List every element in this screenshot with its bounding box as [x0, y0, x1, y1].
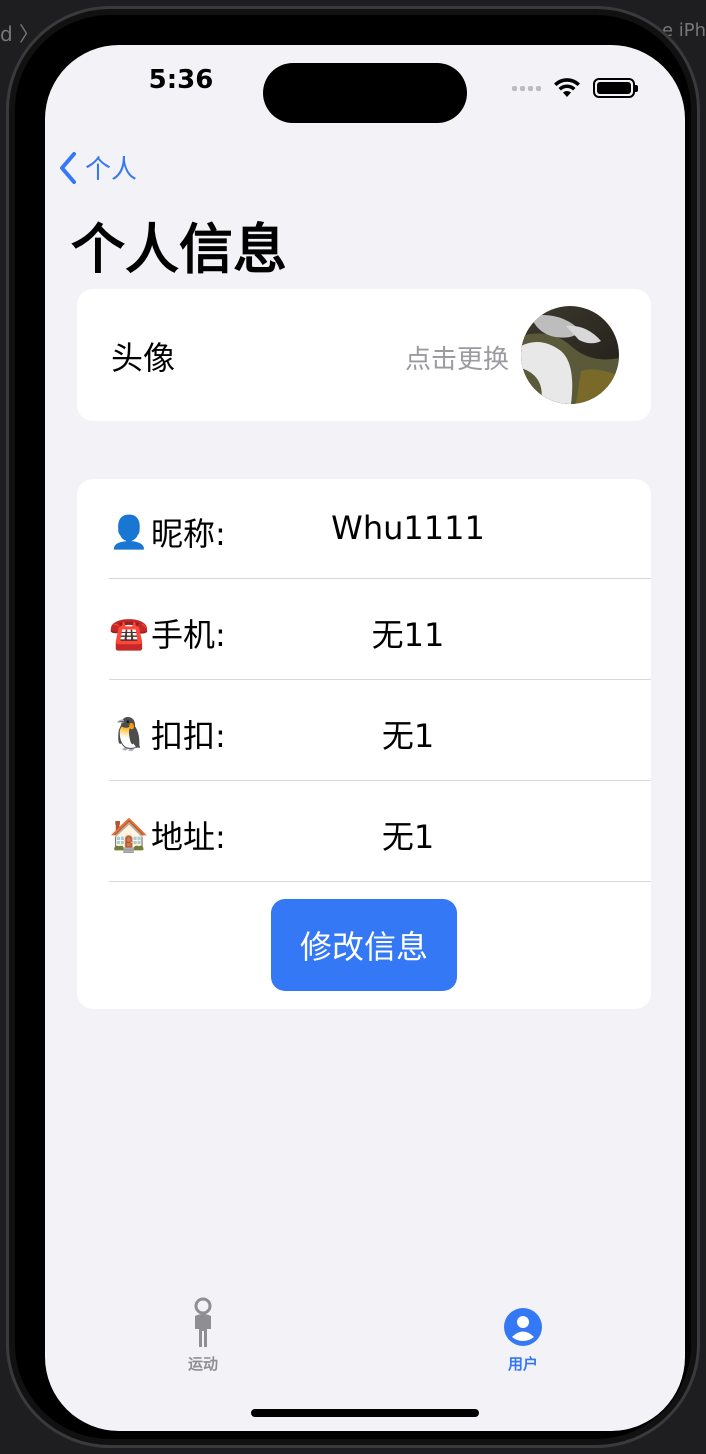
info-row-qq: 🐧 扣扣: 无1 — [109, 681, 651, 781]
tab-sport[interactable]: 运动 — [143, 1297, 263, 1374]
page-title: 个人信息 — [71, 218, 287, 281]
person-icon: 👤 — [109, 513, 149, 551]
battery-icon — [593, 78, 638, 98]
back-label: 个人 — [85, 155, 138, 185]
address-label: 地址: — [151, 818, 226, 856]
phone-value: 无11 — [371, 616, 445, 654]
dynamic-island — [263, 63, 467, 123]
info-row-address: 🏠 地址: 无1 — [109, 782, 651, 882]
qq-label: 扣扣: — [151, 717, 226, 755]
cellular-signal-icon — [512, 85, 541, 91]
avatar-image[interactable] — [521, 306, 619, 404]
qq-value: 无1 — [381, 717, 435, 755]
edit-info-button[interactable]: 修改信息 — [271, 899, 457, 991]
nickname-label: 昵称: — [151, 515, 226, 553]
person-circle-icon — [504, 1308, 542, 1346]
change-avatar-hint: 点击更换 — [404, 345, 509, 375]
address-value: 无1 — [381, 818, 435, 856]
figure-walk-icon — [194, 1297, 212, 1347]
tab-user[interactable]: 用户 — [463, 1297, 583, 1374]
wifi-icon — [554, 78, 580, 97]
tab-user-label: 用户 — [507, 1355, 538, 1373]
telephone-icon: ☎️ — [109, 614, 149, 652]
info-row-nickname: 👤 昵称: Whu1111 — [109, 479, 651, 579]
back-button[interactable]: 个人 — [57, 149, 137, 186]
phone-label: 手机: — [151, 616, 226, 654]
home-indicator[interactable] — [251, 1409, 479, 1417]
house-icon: 🏠 — [109, 816, 149, 854]
phone-screen: 5:36 个人 个人信息 头像 点击更换 👤 昵称: Whu1111 ☎️ 手机… — [45, 45, 685, 1431]
status-time: 5:36 — [148, 65, 214, 95]
status-indicators — [512, 77, 638, 99]
phone-frame: 5:36 个人 个人信息 头像 点击更换 👤 昵称: Whu1111 ☎️ 手机… — [6, 6, 700, 1448]
penguin-icon: 🐧 — [109, 715, 149, 753]
avatar-label: 头像 — [111, 339, 176, 377]
avatar-row[interactable]: 头像 点击更换 — [77, 289, 651, 421]
tab-sport-label: 运动 — [187, 1355, 218, 1373]
chevron-left-icon — [60, 151, 76, 184]
info-row-phone: ☎️ 手机: 无11 — [109, 580, 651, 680]
info-card: 👤 昵称: Whu1111 ☎️ 手机: 无11 🐧 扣扣: 无1 🏠 地址: … — [77, 479, 651, 1009]
nickname-value: Whu1111 — [331, 509, 485, 547]
